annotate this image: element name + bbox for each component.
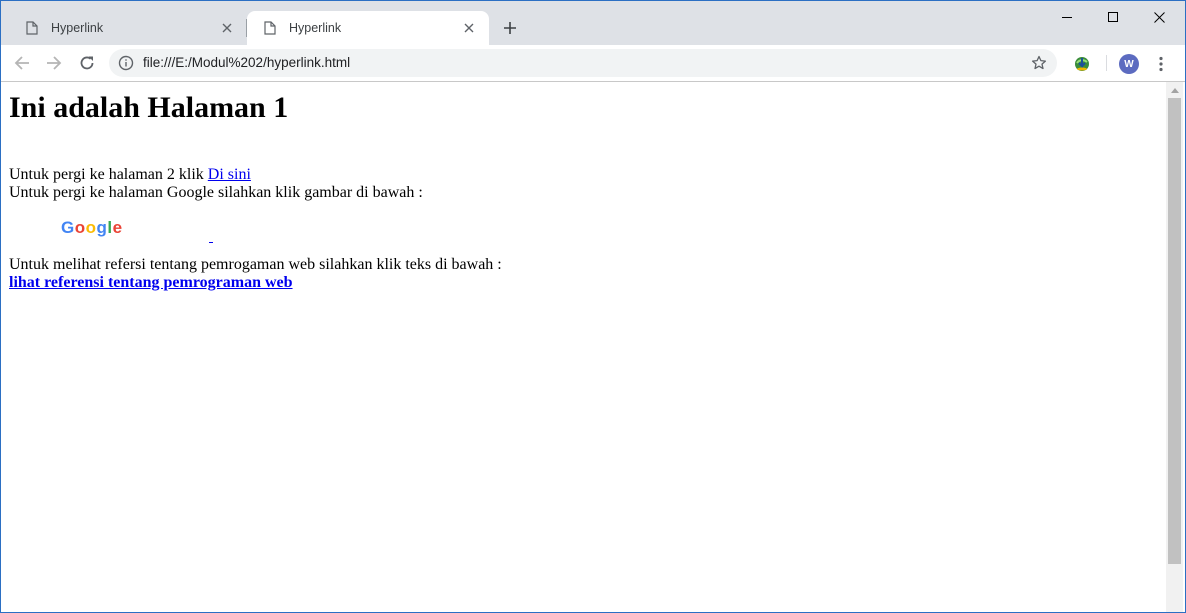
scrollbar-thumb[interactable] <box>1168 98 1181 564</box>
tab-hyperlink-2[interactable]: Hyperlink <box>247 11 489 45</box>
tab-strip: Hyperlink Hyperlink <box>1 1 1185 45</box>
halaman2-text: Untuk pergi ke halaman 2 klik <box>9 166 208 183</box>
address-bar[interactable]: file:///E:/Modul%202/hyperlink.html <box>109 49 1057 77</box>
document-icon <box>261 19 279 37</box>
referensi-link[interactable]: lihat referensi tentang pemrograman web <box>9 274 293 291</box>
new-tab-button[interactable] <box>500 18 520 38</box>
menu-kebab-icon[interactable] <box>1153 54 1169 74</box>
page-viewport: Ini adalah Halaman 1 Untuk pergi ke hala… <box>1 82 1166 612</box>
halaman2-link[interactable]: Di sini <box>208 166 251 183</box>
google-logo-image: Google <box>61 218 123 237</box>
reload-icon[interactable] <box>76 52 98 74</box>
tab-title: Hyperlink <box>289 21 342 35</box>
forward-arrow-icon[interactable] <box>43 52 65 74</box>
extension-icon[interactable] <box>1072 54 1092 74</box>
scroll-up-arrow-icon[interactable] <box>1166 82 1183 98</box>
tab-title: Hyperlink <box>51 21 104 35</box>
info-icon[interactable] <box>118 55 134 71</box>
bookmark-star-icon[interactable] <box>1031 55 1047 71</box>
halaman2-line: Untuk pergi ke halaman 2 klik Di sini <box>9 166 251 184</box>
link-underline <box>209 242 213 243</box>
document-icon <box>23 19 41 37</box>
close-tab-icon[interactable] <box>459 18 479 38</box>
address-text[interactable]: file:///E:/Modul%202/hyperlink.html <box>143 55 350 70</box>
referensi-line: lihat referensi tentang pemrograman web <box>9 274 293 292</box>
tab-hyperlink-1[interactable]: Hyperlink <box>9 11 247 45</box>
minimize-button[interactable] <box>1044 1 1090 33</box>
referensi-instruction-line: Untuk melihat refersi tentang pemrogaman… <box>9 256 502 273</box>
vertical-scrollbar[interactable] <box>1166 82 1183 612</box>
page-heading: Ini adalah Halaman 1 <box>9 91 289 124</box>
close-tab-icon[interactable] <box>217 18 237 38</box>
back-arrow-icon[interactable] <box>11 52 33 74</box>
maximize-button[interactable] <box>1090 1 1136 33</box>
google-image-link[interactable]: Google <box>9 200 213 250</box>
close-window-button[interactable] <box>1136 1 1182 33</box>
browser-toolbar: file:///E:/Modul%202/hyperlink.html W <box>1 45 1185 82</box>
toolbar-divider <box>1106 55 1107 71</box>
profile-avatar[interactable]: W <box>1119 54 1139 74</box>
browser-window: Hyperlink Hyperlink file:///E:/Modul%202… <box>0 0 1186 613</box>
